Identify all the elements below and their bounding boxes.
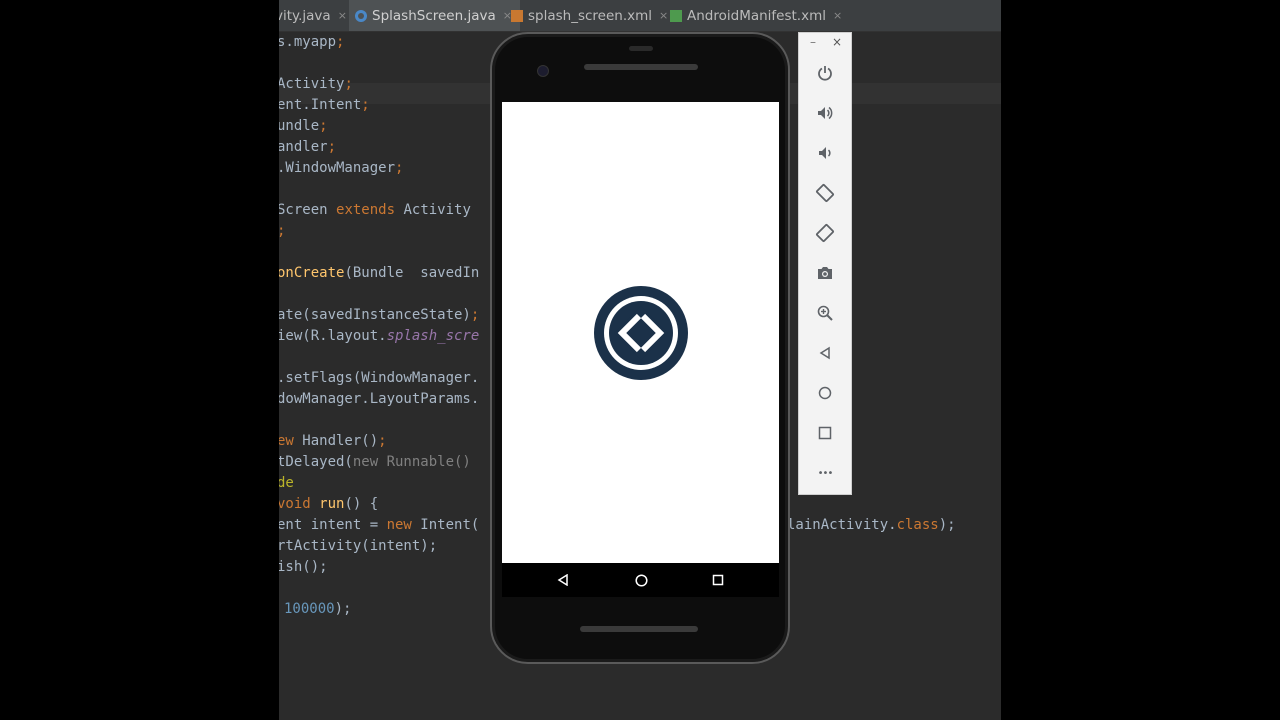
code-line: s.myapp; <box>279 34 345 50</box>
code-line: ew Handler(); <box>279 433 387 449</box>
power-icon[interactable] <box>813 61 837 85</box>
bottom-speaker <box>580 626 698 632</box>
code-line: andler; <box>279 139 337 155</box>
code-line: .setFlags(WindowManager. <box>279 370 480 386</box>
minimize-button[interactable]: – <box>810 35 816 49</box>
code-line: de <box>279 475 294 491</box>
device-nav-bar <box>502 563 779 597</box>
code-line: tDelayed(new Runnable() <box>279 454 471 470</box>
code-line: undle; <box>279 118 328 134</box>
code-line: onCreate(Bundle savedIn <box>279 265 480 281</box>
volume-down-icon[interactable] <box>813 141 837 165</box>
code-line: void run() { <box>279 496 379 512</box>
editor-tab-bar: vity.java × SplashScreen.java × splash_s… <box>279 0 1001 32</box>
code-line: ate(savedInstanceState); <box>279 307 480 323</box>
rotate-right-icon[interactable] <box>813 221 837 245</box>
tab-android-manifest[interactable]: AndroidManifest.xml × <box>670 0 850 31</box>
code-line: iew(R.layout.splash_scre <box>279 328 480 344</box>
code-line: Activity; <box>279 76 353 92</box>
xml-file-icon <box>511 9 523 22</box>
tab-label: splash_screen.xml <box>528 7 653 24</box>
close-button[interactable]: × <box>832 35 842 49</box>
device-screen[interactable] <box>502 102 779 563</box>
java-class-icon <box>355 9 367 22</box>
device-sensor <box>629 46 653 51</box>
front-camera <box>537 65 549 77</box>
back-icon[interactable] <box>552 569 574 591</box>
zoom-icon[interactable] <box>813 301 837 325</box>
tab-label: AndroidManifest.xml <box>687 7 826 24</box>
emulator-device-frame <box>490 32 790 664</box>
code-line: ; <box>279 221 285 242</box>
recents-icon[interactable] <box>707 569 729 591</box>
back-icon[interactable] <box>813 341 837 365</box>
tab-label: vity.java <box>279 7 331 24</box>
code-line: ent.Intent; <box>279 97 370 113</box>
tab-splash-screen-xml[interactable]: splash_screen.xml × <box>511 0 676 31</box>
close-icon[interactable]: × <box>659 9 668 22</box>
more-icon[interactable]: ••• <box>813 461 837 485</box>
code-line-fragment: lainActivity.class); <box>787 517 956 533</box>
emulator-toolbar: – × ••• <box>798 32 852 495</box>
close-icon[interactable]: × <box>338 9 347 22</box>
code-line: ish(); <box>279 559 328 575</box>
camera-icon[interactable] <box>813 261 837 285</box>
code-line: dowManager.LayoutParams. <box>279 391 480 407</box>
rotate-left-icon[interactable] <box>813 181 837 205</box>
code-line: Screen extends Activity <box>279 202 471 218</box>
volume-up-icon[interactable] <box>813 101 837 125</box>
tab-splash-screen-java[interactable]: SplashScreen.java × <box>349 0 520 31</box>
code-line: .WindowManager; <box>279 160 404 176</box>
overview-icon[interactable] <box>813 421 837 445</box>
home-icon[interactable] <box>813 381 837 405</box>
close-icon[interactable]: × <box>833 9 842 22</box>
earpiece-speaker <box>584 64 698 70</box>
tab-main-activity[interactable]: vity.java × <box>279 0 353 31</box>
manifest-file-icon <box>670 9 682 22</box>
tab-label: SplashScreen.java <box>372 7 496 24</box>
code-line: rtActivity(intent); <box>279 538 438 554</box>
code-line: ent intent = new Intent( <box>279 517 480 533</box>
toolbar-header: – × <box>799 33 851 55</box>
home-icon[interactable] <box>630 569 652 591</box>
app-logo-icon <box>594 286 688 380</box>
code-line: 100000); <box>284 601 352 617</box>
